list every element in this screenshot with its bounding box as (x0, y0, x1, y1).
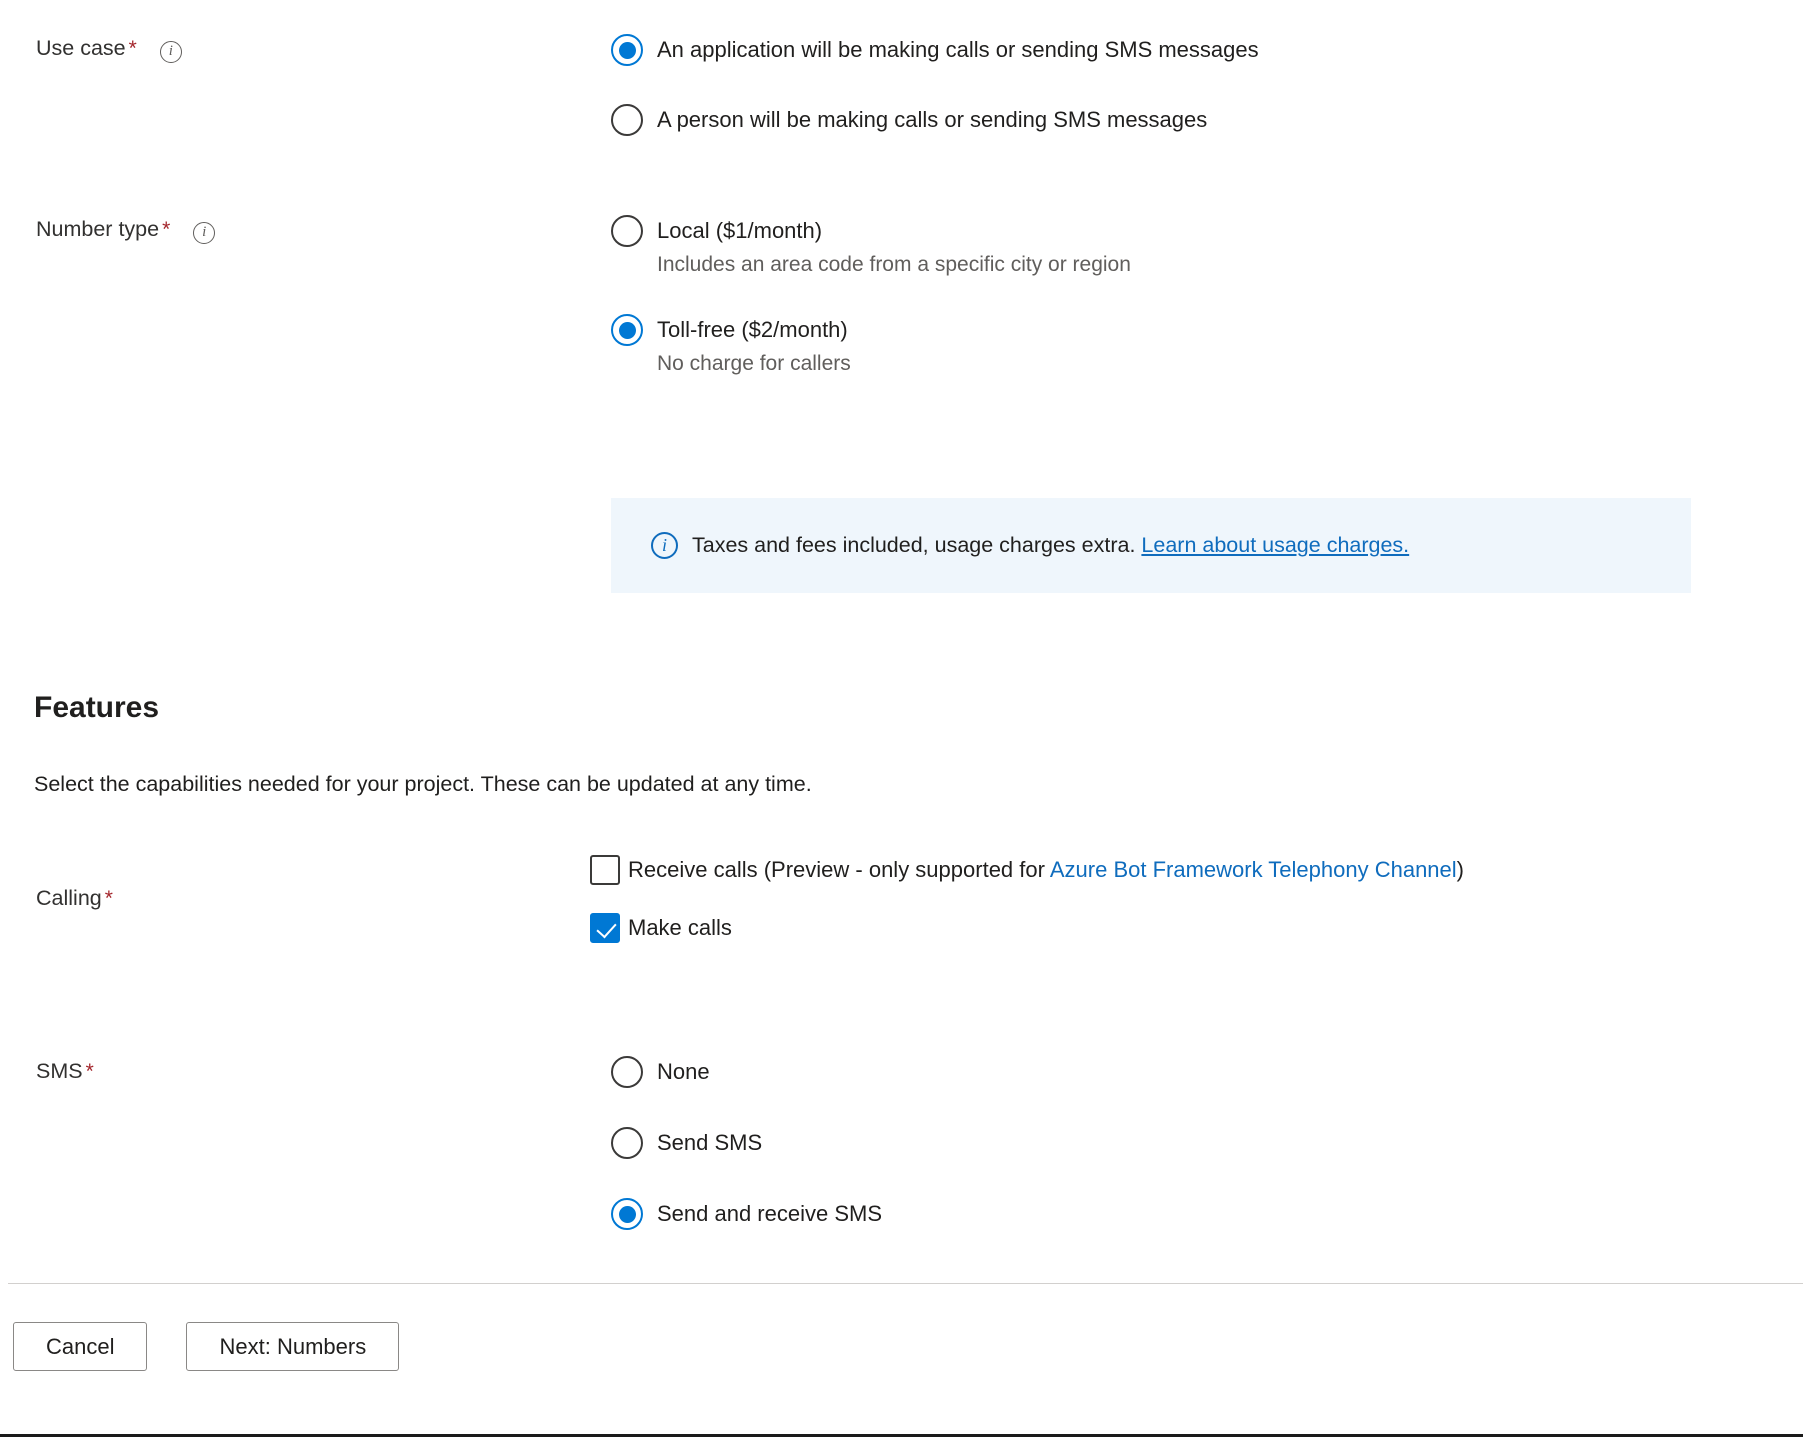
footer-divider (8, 1283, 1803, 1284)
form-row-calling: Calling * Receive calls (Preview - only s… (0, 853, 1803, 944)
calling-label: Calling * (36, 853, 611, 913)
number-type-label-text: Number type (36, 217, 160, 241)
pricing-info-banner: i Taxes and fees included, usage charges… (611, 498, 1691, 593)
radio-option-label: An application will be making calls or s… (657, 37, 1259, 62)
radio-option-label: Send SMS (657, 1130, 763, 1155)
checkbox-option-label: Receive calls (Preview - only supported … (628, 853, 1464, 886)
use-case-label-text: Use case (36, 36, 126, 60)
azure-bot-framework-telephony-channel-link[interactable]: Azure Bot Framework Telephony Channel (1050, 857, 1457, 882)
sms-label: SMS * (36, 1055, 611, 1086)
calling-required-marker: * (104, 887, 113, 910)
radio-option-label: A person will be making calls or sending… (657, 107, 1208, 132)
number-type-label: Number type * i (36, 214, 611, 245)
radio-indicator[interactable] (611, 1198, 643, 1230)
radio-indicator[interactable] (611, 34, 643, 66)
footer-actions: Cancel Next: Numbers (0, 1322, 400, 1371)
info-circle-icon: i (651, 532, 678, 559)
use-case-required-marker: * (128, 37, 137, 60)
radio-option-sublabel: Includes an area code from a specific ci… (657, 253, 1131, 276)
use-case-label: Use case * i (36, 33, 611, 64)
sms-required-marker: * (85, 1060, 94, 1083)
checkbox-option-make-calls[interactable]: Make calls (590, 911, 1803, 944)
radio-option-sms-send[interactable]: Send SMS (611, 1126, 1803, 1160)
receive-calls-suffix: ) (1456, 857, 1464, 882)
use-case-options: An application will be making calls or s… (611, 33, 1803, 137)
checkbox-option-receive-calls[interactable]: Receive calls (Preview - only supported … (590, 853, 1803, 886)
features-section-description: Select the capabilities needed for your … (34, 772, 812, 796)
pricing-info-banner-wrapper: i Taxes and fees included, usage charges… (0, 498, 1803, 593)
create-phone-number-form: Use case * i An application will be makin… (0, 0, 1803, 1437)
checkbox-option-label: Make calls (628, 915, 732, 940)
form-row-sms: SMS * None Send SMS Send and receive SMS (0, 1055, 1803, 1231)
learn-about-usage-charges-link[interactable]: Learn about usage charges. (1141, 533, 1409, 557)
sms-options: None Send SMS Send and receive SMS (611, 1055, 1803, 1231)
info-icon-glyph: i (168, 43, 173, 60)
checkbox-indicator[interactable] (590, 855, 620, 885)
pricing-info-text: Taxes and fees included, usage charges e… (692, 533, 1136, 557)
radio-option-sms-none[interactable]: None (611, 1055, 1803, 1089)
next-numbers-button[interactable]: Next: Numbers (186, 1322, 400, 1371)
radio-option-person[interactable]: A person will be making calls or sending… (611, 103, 1803, 137)
radio-option-sms-send-receive[interactable]: Send and receive SMS (611, 1197, 1803, 1231)
radio-option-local-wrapper: Local ($1/month) Includes an area code f… (611, 214, 1803, 280)
radio-indicator[interactable] (611, 1056, 643, 1088)
radio-indicator[interactable] (611, 1127, 643, 1159)
sms-label-text: SMS (36, 1059, 83, 1083)
features-section-title: Features (34, 691, 160, 724)
radio-indicator[interactable] (611, 314, 643, 346)
info-icon[interactable]: i (159, 41, 182, 64)
radio-option-tollfree-wrapper: Toll-free ($2/month) No charge for calle… (611, 313, 1803, 379)
radio-option-sublabel: No charge for callers (657, 352, 851, 375)
radio-option-label: Toll-free ($2/month) (657, 317, 848, 342)
number-type-options: Local ($1/month) Includes an area code f… (611, 214, 1803, 379)
radio-option-label: None (657, 1059, 710, 1084)
number-type-required-marker: * (162, 218, 171, 241)
info-circle-icon-glyph: i (661, 534, 667, 555)
cancel-button[interactable]: Cancel (13, 1322, 148, 1371)
form-row-use-case: Use case * i An application will be makin… (0, 33, 1803, 137)
receive-calls-prefix: Receive calls (Preview - only supported … (628, 857, 1050, 882)
calling-label-text: Calling (36, 886, 102, 910)
info-icon[interactable]: i (193, 222, 216, 245)
checkbox-indicator[interactable] (590, 913, 620, 943)
radio-option-application[interactable]: An application will be making calls or s… (611, 33, 1803, 67)
radio-option-tollfree[interactable]: Toll-free ($2/month) (611, 313, 1803, 347)
form-row-number-type: Number type * i Local ($1/month) Includes… (0, 214, 1803, 379)
pricing-info-banner-text: Taxes and fees included, usage charges e… (692, 533, 1409, 558)
info-icon-glyph: i (202, 224, 207, 241)
radio-option-local[interactable]: Local ($1/month) (611, 214, 1803, 248)
radio-indicator[interactable] (611, 104, 643, 136)
radio-indicator[interactable] (611, 215, 643, 247)
calling-options: Receive calls (Preview - only supported … (590, 853, 1803, 944)
radio-option-label: Local ($1/month) (657, 218, 823, 243)
radio-option-label: Send and receive SMS (657, 1201, 883, 1226)
